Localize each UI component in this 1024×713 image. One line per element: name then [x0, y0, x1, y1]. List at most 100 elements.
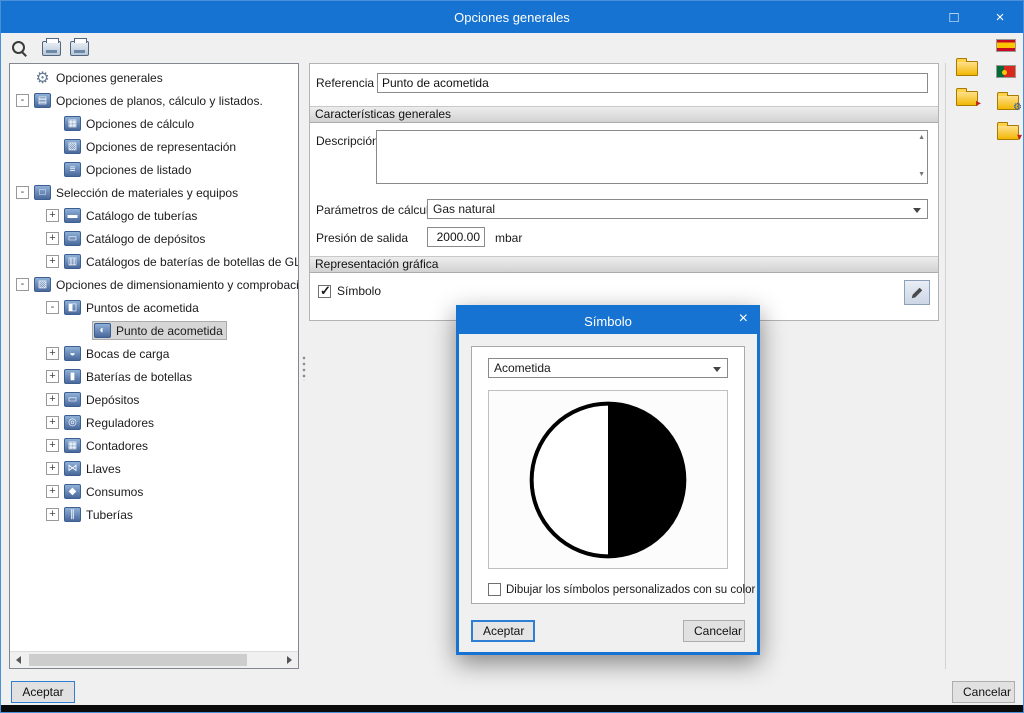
print-icon[interactable]: [42, 37, 61, 56]
tree-item[interactable]: - ▤ Opciones de planos, cálculo y listados…: [10, 89, 298, 112]
tree-item-label: Puntos de acometida: [86, 300, 199, 315]
tree-item-label: Depósitos: [86, 392, 140, 407]
maximize-icon[interactable]: □: [931, 1, 977, 33]
symbol-dialog-title: Símbolo: [584, 313, 632, 329]
tree-item[interactable]: ⚙ Opciones generales: [10, 66, 298, 89]
tree-item-content: ▤ Opciones de planos, cálculo y listados.: [33, 92, 266, 109]
symbol-cancel-button[interactable]: Cancelar: [683, 620, 745, 642]
expand-icon[interactable]: +: [46, 508, 59, 521]
collapse-icon[interactable]: -: [16, 94, 29, 107]
cancel-button[interactable]: Cancelar: [952, 681, 1015, 703]
tree-item[interactable]: + ▦ Contadores: [10, 434, 298, 457]
print-preview-icon[interactable]: [70, 37, 89, 56]
expand-icon[interactable]: +: [46, 393, 59, 406]
regulators-icon: ◎: [64, 415, 81, 430]
tree-item[interactable]: + ◒ Bocas de carga: [10, 342, 298, 365]
tree-item[interactable]: ▧ Opciones de representación: [10, 135, 298, 158]
tree-item[interactable]: + ▭ Catálogo de depósitos: [10, 227, 298, 250]
bottle-batteries-icon: ▮: [64, 369, 81, 384]
tree-item[interactable]: + ∥ Tuberías: [10, 503, 298, 526]
expand-icon[interactable]: +: [46, 416, 59, 429]
options-tree: ⚙ Opciones generales - ▤ Opciones de planos,…: [10, 66, 298, 651]
tree-item[interactable]: - □ Selección de materiales y equipos: [10, 181, 298, 204]
color-checkbox[interactable]: [488, 583, 501, 596]
tree-item-content: ◎ Reguladores: [63, 414, 157, 431]
tree-item[interactable]: + ▭ Depósitos: [10, 388, 298, 411]
referencia-input[interactable]: [377, 73, 928, 93]
plans-icon: ▤: [34, 93, 51, 108]
tanks-icon: ▭: [64, 392, 81, 407]
symbol-select[interactable]: Acometida: [488, 358, 728, 378]
tree-item-label: Catálogos de baterías de botellas de GLP: [86, 254, 298, 269]
tree-item-label: Catálogo de tuberías: [86, 208, 198, 223]
tree-item[interactable]: + ▬ Catálogo de tuberías: [10, 204, 298, 227]
expand-icon[interactable]: +: [46, 255, 59, 268]
tree-item-content: ▧ Opciones de representación: [63, 138, 239, 155]
search-icon[interactable]: [11, 40, 28, 57]
scrollbar-track[interactable]: [27, 652, 281, 668]
color-checkbox-row: Dibujar los símbolos personalizados con …: [488, 583, 755, 596]
materials-icon: □: [34, 185, 51, 200]
tree-item-label: Llaves: [86, 461, 121, 476]
expand-icon[interactable]: +: [46, 370, 59, 383]
tree-item-content: ▮ Baterías de botellas: [63, 368, 195, 385]
tree-item[interactable]: - ▨ Opciones de dimensionamiento y comprob…: [10, 273, 298, 296]
scroll-left-icon[interactable]: [10, 652, 27, 668]
tree-item[interactable]: - ◧ Puntos de acometida: [10, 296, 298, 319]
splitter-handle-icon[interactable]: [302, 355, 306, 381]
panel-splitter[interactable]: [299, 63, 309, 669]
representation-options-icon: ▧: [64, 139, 81, 154]
tree-item-label: Bocas de carga: [86, 346, 170, 361]
tree-item[interactable]: ▦ Opciones de cálculo: [10, 112, 298, 135]
collapse-icon[interactable]: -: [16, 186, 29, 199]
tree-item-label: Opciones de planos, cálculo y listados.: [56, 93, 263, 108]
collapse-icon[interactable]: -: [16, 278, 29, 291]
tanks-catalog-icon: ▭: [64, 231, 81, 246]
import-options-icon[interactable]: ▾: [997, 122, 1022, 143]
descripcion-textarea[interactable]: [376, 130, 928, 184]
expand-icon[interactable]: +: [46, 347, 59, 360]
tree-item[interactable]: + ▥ Catálogos de baterías de botellas de G…: [10, 250, 298, 273]
symbol-accept-button[interactable]: Aceptar: [471, 620, 535, 642]
calc-options-icon: ▦: [64, 116, 81, 131]
collapse-icon[interactable]: -: [46, 301, 59, 314]
expand-icon[interactable]: +: [46, 462, 59, 475]
edit-symbol-button[interactable]: [904, 280, 930, 305]
tree-panel: ⚙ Opciones generales - ▤ Opciones de planos,…: [9, 63, 299, 669]
simbolo-checkbox[interactable]: [318, 283, 331, 299]
tree-item-content: ◒ Bocas de carga: [63, 345, 172, 362]
accept-button[interactable]: Aceptar: [11, 681, 75, 703]
scroll-right-icon[interactable]: [281, 652, 298, 668]
open-options-icon[interactable]: [956, 58, 978, 76]
presion-input[interactable]: [427, 227, 485, 247]
simbolo-label: Símbolo: [337, 284, 382, 298]
symbol-dialog-close-icon[interactable]: ×: [739, 310, 748, 328]
tree-item-label: Reguladores: [86, 415, 155, 430]
expand-icon[interactable]: +: [46, 209, 59, 222]
tree-item[interactable]: + ◆ Consumos: [10, 480, 298, 503]
close-icon[interactable]: ×: [977, 1, 1023, 33]
expand-icon[interactable]: +: [46, 232, 59, 245]
expand-icon[interactable]: +: [46, 485, 59, 498]
tree-item[interactable]: + ◎ Reguladores: [10, 411, 298, 434]
scroll-down-icon[interactable]: ▼: [918, 171, 925, 178]
scroll-up-icon[interactable]: ▲: [918, 134, 925, 141]
spain-flag-icon[interactable]: [996, 39, 1016, 52]
scrollbar-thumb[interactable]: [29, 654, 248, 666]
tree-horizontal-scrollbar[interactable]: [10, 651, 298, 668]
expand-icon[interactable]: +: [46, 439, 59, 452]
tree-item[interactable]: + ⋈ Llaves: [10, 457, 298, 480]
tree-item[interactable]: ≡ Opciones de listado: [10, 158, 298, 181]
parametros-select[interactable]: Gas natural: [427, 199, 928, 219]
tree-item[interactable]: + ▮ Baterías de botellas: [10, 365, 298, 388]
pipes-icon: ∥: [64, 507, 81, 522]
section-caracteristicas-header: Características generales: [310, 106, 938, 123]
save-options-icon[interactable]: ▸: [956, 88, 981, 109]
meters-icon: ▦: [64, 438, 81, 453]
arrow-badge-icon: ▸: [975, 98, 981, 109]
tree-item[interactable]: ◐ Punto de acometida: [10, 319, 298, 342]
tree-item-content: ▦ Contadores: [63, 437, 151, 454]
portugal-flag-icon[interactable]: [996, 65, 1016, 78]
section-representacion-header: Representación gráfica: [310, 256, 938, 273]
config-options-icon[interactable]: ⚙: [997, 92, 1022, 113]
